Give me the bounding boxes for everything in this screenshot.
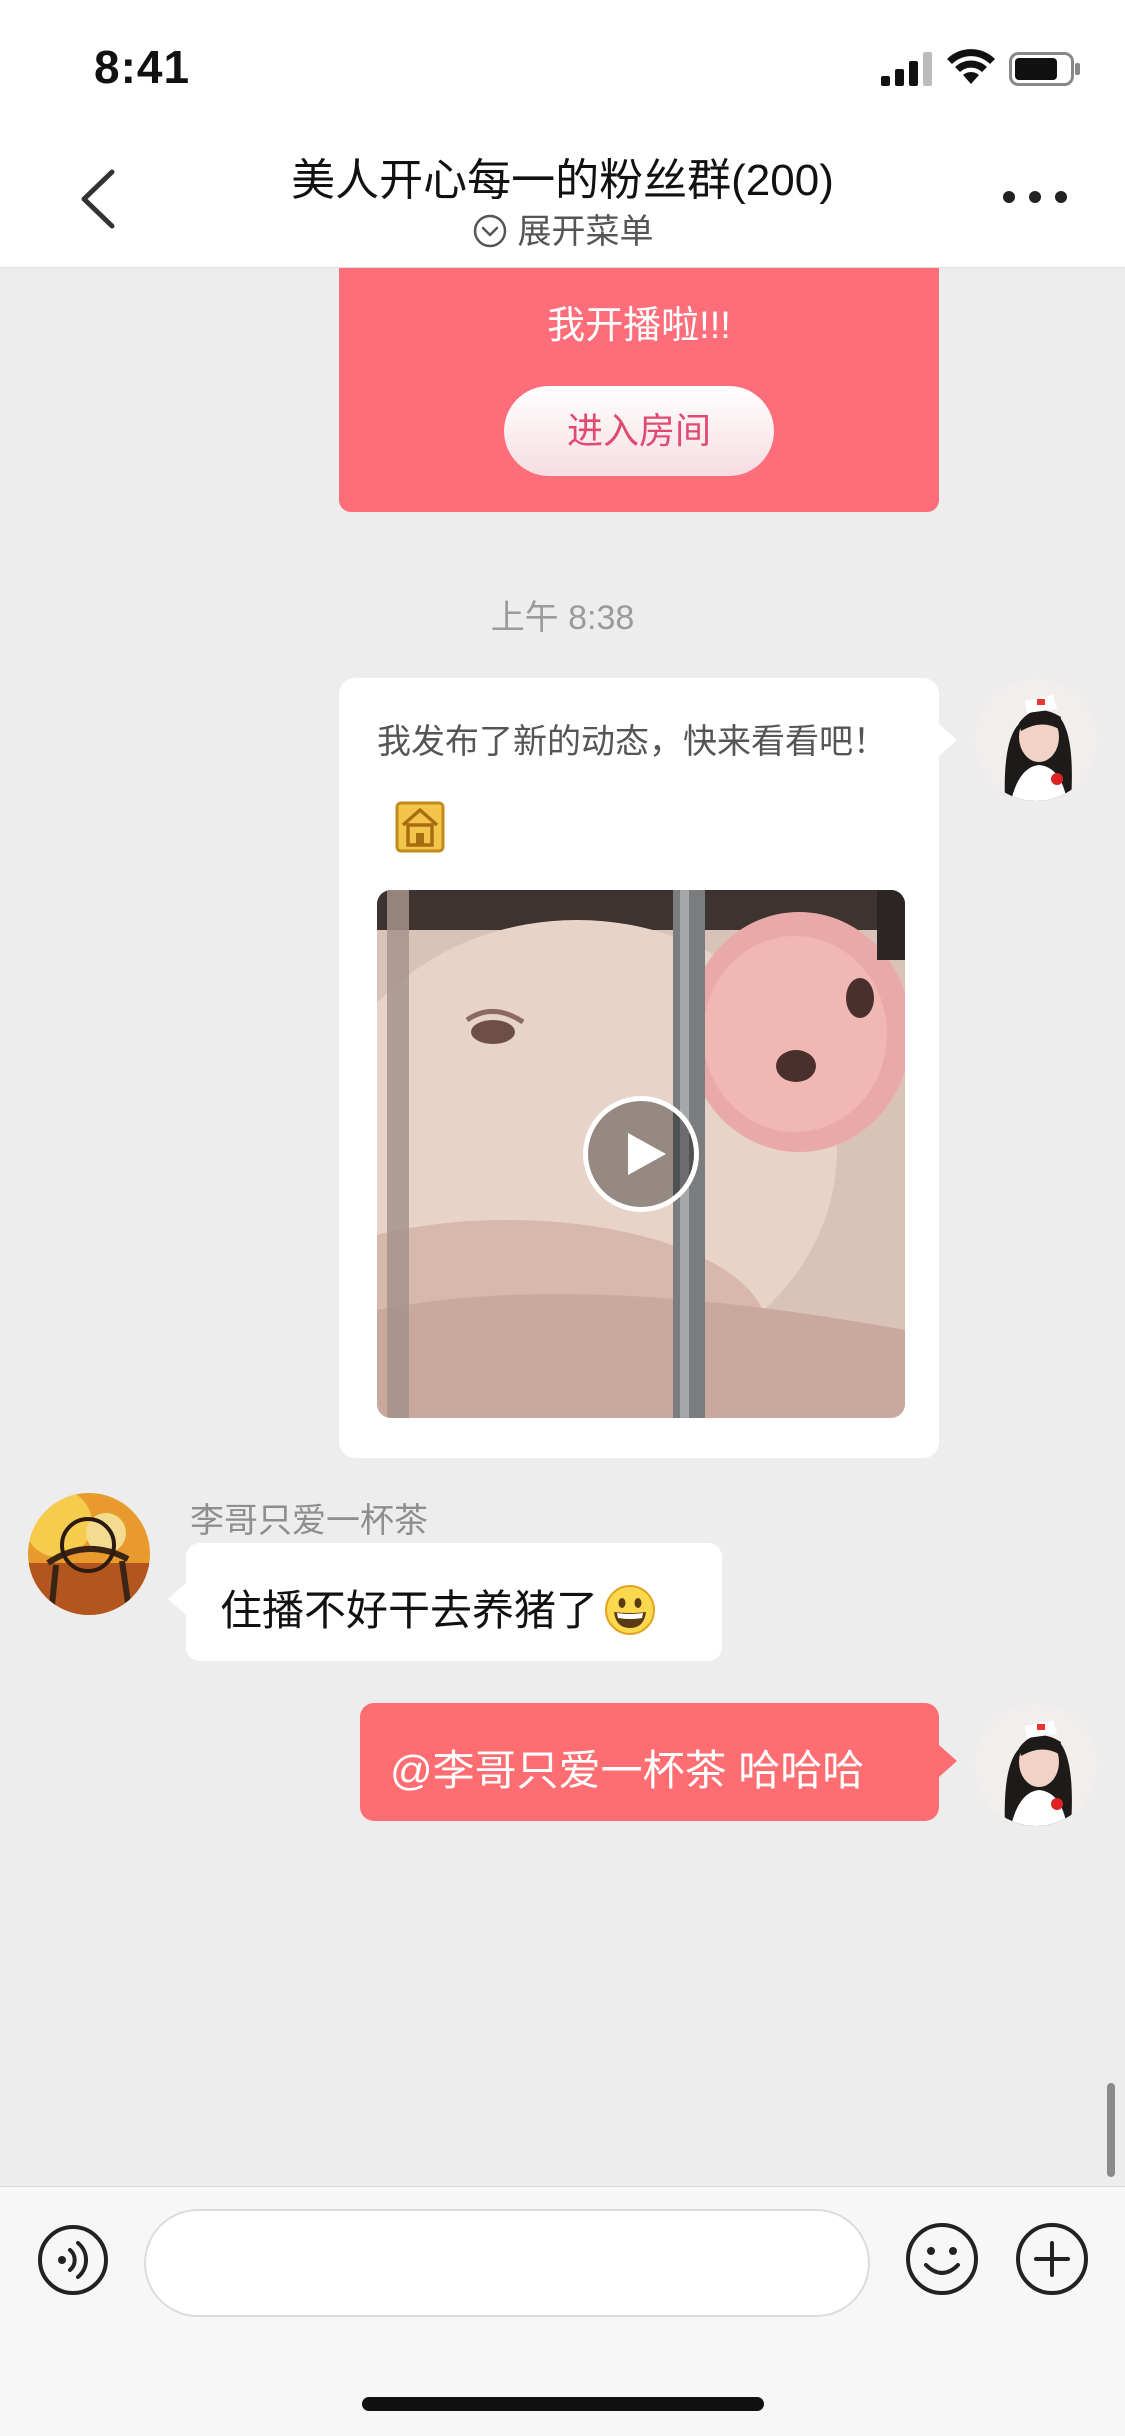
own-avatar-2[interactable]	[975, 1704, 1097, 1826]
enter-room-button[interactable]: 进入房间	[504, 386, 774, 476]
status-time: 8:41	[94, 41, 191, 93]
expand-menu-label: 展开菜单	[517, 213, 654, 251]
status-bar: 8:41	[0, 0, 1125, 132]
voice-input-icon[interactable]	[36, 2223, 110, 2297]
message-timestamp: 上午 8:38	[490, 599, 635, 637]
expand-menu-button[interactable]: 展开菜单	[0, 204, 1125, 253]
nav-bar: 美人开心每一的粉丝群(200) 展开菜单	[0, 132, 1125, 268]
home-indicator	[362, 2397, 764, 2411]
emoji-icon[interactable]	[904, 2221, 980, 2297]
incoming-message: 住播不好干去养猪了	[220, 1577, 656, 1638]
input-bar	[0, 2186, 1125, 2436]
grinning-face-emoji-icon	[605, 1584, 656, 1635]
wifi-icon	[947, 49, 995, 84]
battery-icon	[1009, 52, 1080, 86]
live-announcement-text: 我开播啦!!!	[547, 305, 731, 347]
scrollbar[interactable]	[1107, 2083, 1115, 2177]
incoming-message-text: 住播不好干去养猪了	[220, 1587, 599, 1634]
live-broadcast-card: 我开播啦!!! 进入房间	[339, 268, 939, 512]
post-share-bubble[interactable]: 我发布了新的动态，快来看看吧！	[339, 678, 957, 1458]
video-thumbnail[interactable]	[377, 890, 905, 1418]
cellular-signal-icon	[881, 52, 932, 86]
play-icon	[628, 1133, 666, 1175]
play-button[interactable]	[583, 1096, 699, 1212]
sender-avatar[interactable]	[28, 1493, 150, 1615]
sender-name: 李哥只爱一杯茶	[190, 1502, 428, 1540]
own-avatar[interactable]	[975, 679, 1097, 801]
house-emoji-icon	[395, 801, 445, 853]
add-attachment-icon[interactable]	[1014, 2221, 1090, 2297]
group-title: 美人开心每一的粉丝群(200)	[291, 156, 834, 205]
post-share-text: 我发布了新的动态，快来看看吧！	[377, 723, 887, 761]
incoming-message-bubble[interactable]: 住播不好干去养猪了	[168, 1543, 722, 1661]
outgoing-message-text: @李哥只爱一杯茶 哈哈哈	[390, 1747, 865, 1794]
message-input[interactable]	[144, 2209, 870, 2317]
more-options-icon[interactable]	[1000, 182, 1070, 212]
chevron-down-circle-icon	[473, 214, 506, 248]
outgoing-message-bubble[interactable]: @李哥只爱一杯茶 哈哈哈	[360, 1703, 957, 1821]
